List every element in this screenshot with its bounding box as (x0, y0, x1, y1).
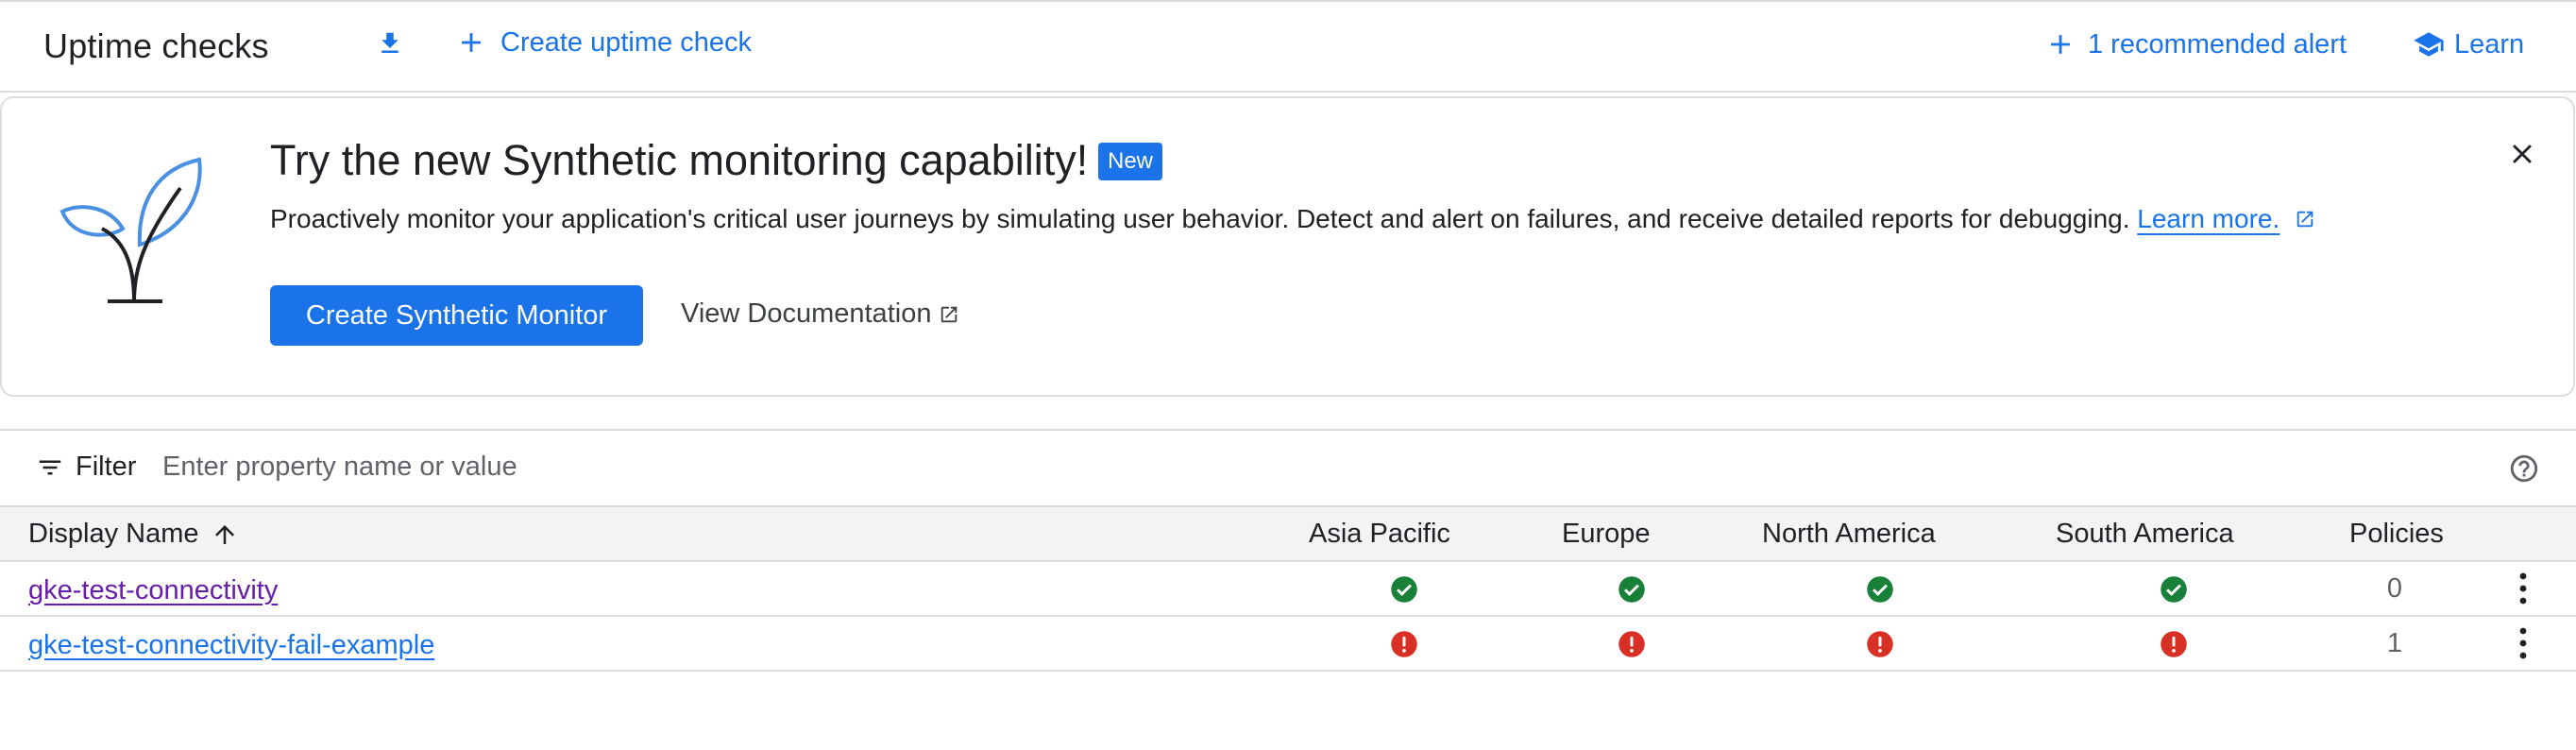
check-circle-icon (1867, 576, 1893, 603)
new-badge: New (1098, 143, 1163, 180)
uptime-check-link[interactable]: gke-test-connectivity-fail-example (28, 630, 434, 661)
error-icon (1618, 631, 1645, 657)
banner-description-text: Proactively monitor your application's c… (270, 204, 2130, 233)
download-button[interactable] (376, 28, 404, 59)
create-uptime-check-label: Create uptime check (500, 26, 752, 58)
table-header: Display Name Asia Pacific Europe North A… (0, 507, 2576, 562)
uptime-check-link[interactable]: gke-test-connectivity (28, 575, 278, 606)
view-documentation-button[interactable]: View Documentation (681, 298, 959, 330)
learn-button[interactable]: Learn (2413, 28, 2524, 60)
download-icon (381, 32, 398, 53)
filter-button[interactable]: Filter (36, 452, 136, 483)
filter-input[interactable] (161, 446, 1671, 487)
column-header-policies[interactable]: Policies (2349, 519, 2472, 550)
close-icon[interactable] (2506, 138, 2538, 170)
filter-label: Filter (76, 452, 137, 482)
help-icon[interactable] (2508, 452, 2540, 485)
more-vert-icon[interactable] (2512, 570, 2534, 607)
filter-list-icon (39, 460, 61, 474)
column-header-north-america[interactable]: North America (1762, 519, 1998, 550)
school-icon (2414, 32, 2444, 57)
arrow-upward-icon (214, 524, 234, 544)
plant-illustration (59, 157, 202, 303)
column-header-europe[interactable]: Europe (1562, 519, 1700, 550)
check-circle-icon (1618, 576, 1645, 603)
learn-more-link[interactable]: Learn more. (2137, 204, 2279, 233)
recommended-alert-label: 1 recommended alert (2088, 28, 2347, 60)
banner-title: Try the new Synthetic monitoring capabil… (270, 136, 1089, 184)
recommended-alert-button[interactable]: 1 recommended alert (2044, 28, 2347, 60)
page-title: Uptime checks (43, 26, 269, 65)
column-header-asia-pacific[interactable]: Asia Pacific (1309, 519, 1498, 550)
create-synthetic-monitor-button[interactable]: Create Synthetic Monitor (270, 285, 643, 346)
column-header-display-name[interactable]: Display Name (28, 519, 239, 550)
filter-bar: Filter (0, 429, 2576, 507)
page-header: Uptime checks Create uptime check 1 reco… (0, 0, 2576, 93)
plus-icon (2051, 35, 2070, 54)
plus-icon (462, 33, 481, 52)
more-vert-icon[interactable] (2512, 624, 2534, 662)
policies-count: 0 (2386, 573, 2403, 604)
policies-count: 1 (2386, 628, 2403, 658)
table-row: gke-test-connectivity-fail-example 1 (0, 617, 2576, 672)
error-icon (2161, 631, 2187, 657)
open-in-new-icon (941, 306, 958, 322)
error-icon (1867, 631, 1893, 657)
view-documentation-label: View Documentation (681, 298, 932, 329)
banner-description: Proactively monitor your application's c… (270, 204, 2315, 234)
create-uptime-check-button[interactable]: Create uptime check (455, 26, 752, 59)
check-circle-icon (2161, 576, 2187, 603)
table-row: gke-test-connectivity 0 (0, 562, 2576, 617)
error-icon (1391, 631, 1417, 657)
check-circle-icon (1391, 576, 1417, 603)
column-header-south-america[interactable]: South America (2056, 519, 2292, 550)
open-in-new-icon (2296, 211, 2313, 228)
synthetic-monitoring-banner: Try the new Synthetic monitoring capabil… (0, 96, 2575, 397)
learn-label: Learn (2454, 28, 2525, 60)
column-header-label: Display Name (28, 519, 199, 549)
